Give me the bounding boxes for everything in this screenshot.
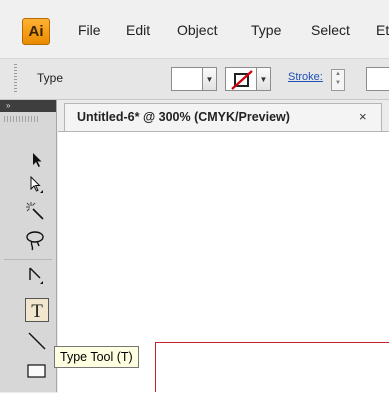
fill-dropdown-button[interactable]: ▼ <box>202 67 217 91</box>
control-bar-grip[interactable] <box>14 64 17 94</box>
tools-panel-header[interactable]: » <box>0 100 56 112</box>
lasso-tool[interactable] <box>23 228 47 252</box>
magic-wand-tool-icon <box>26 202 44 220</box>
menu-select[interactable]: Select <box>311 22 350 38</box>
document-title: Untitled-6* @ 300% (CMYK/Preview) <box>77 110 290 124</box>
stroke-color-swatch[interactable] <box>225 67 257 91</box>
artboard-left-edge <box>155 342 156 392</box>
rectangle-tool-icon <box>27 364 46 378</box>
menu-file[interactable]: File <box>78 22 101 38</box>
stroke-panel-link[interactable]: Stroke: <box>288 71 323 83</box>
current-tool-label: Type <box>37 71 64 85</box>
document-tab[interactable]: Untitled-6* @ 300% (CMYK/Preview) × <box>64 103 382 131</box>
chevron-down-icon: ▼ <box>205 74 214 84</box>
fill-color-swatch[interactable] <box>171 67 203 91</box>
artboard-top-edge <box>155 342 389 343</box>
chevron-down-icon: ▼ <box>259 74 268 84</box>
svg-text:T: T <box>31 301 43 319</box>
lasso-tool-icon <box>26 231 44 251</box>
pen-tool-icon <box>29 267 43 284</box>
tools-separator <box>4 259 52 260</box>
menu-edit[interactable]: Edit <box>126 22 150 38</box>
line-segment-tool-icon <box>28 332 46 350</box>
no-color-icon <box>231 70 253 90</box>
pen-tool[interactable] <box>25 264 49 288</box>
type-tool[interactable]: T <box>25 298 49 322</box>
collapse-panel-icon[interactable]: » <box>6 101 10 110</box>
menu-effect[interactable]: Et <box>376 22 389 38</box>
tools-panel-grip[interactable] <box>4 116 40 122</box>
direct-selection-tool[interactable] <box>25 173 49 197</box>
tools-panel: » T <box>0 100 57 392</box>
stroke-weight-field[interactable] <box>366 67 389 91</box>
tool-tooltip: Type Tool (T) <box>54 346 139 368</box>
magic-wand-tool[interactable] <box>23 199 47 223</box>
selection-tool-icon <box>33 153 42 167</box>
menu-object[interactable]: Object <box>177 22 217 38</box>
stroke-dropdown-button[interactable]: ▼ <box>256 67 271 91</box>
menu-bar: Ai File Edit Object Type Select Et <box>0 0 389 59</box>
selection-tool[interactable] <box>25 148 49 172</box>
rectangle-tool[interactable] <box>25 359 49 383</box>
type-tool-icon: T <box>31 301 43 319</box>
stroke-weight-stepper[interactable]: ▲ ▼ <box>331 69 345 91</box>
menu-type[interactable]: Type <box>251 22 281 38</box>
line-segment-tool[interactable] <box>25 329 49 353</box>
control-bar: Type ▼ ▼ Stroke: ▲ ▼ <box>0 59 389 100</box>
app-logo-text: Ai <box>28 23 44 40</box>
illustrator-logo: Ai <box>22 18 50 45</box>
close-tab-icon[interactable]: × <box>359 109 367 124</box>
direct-selection-tool-icon <box>30 176 43 193</box>
